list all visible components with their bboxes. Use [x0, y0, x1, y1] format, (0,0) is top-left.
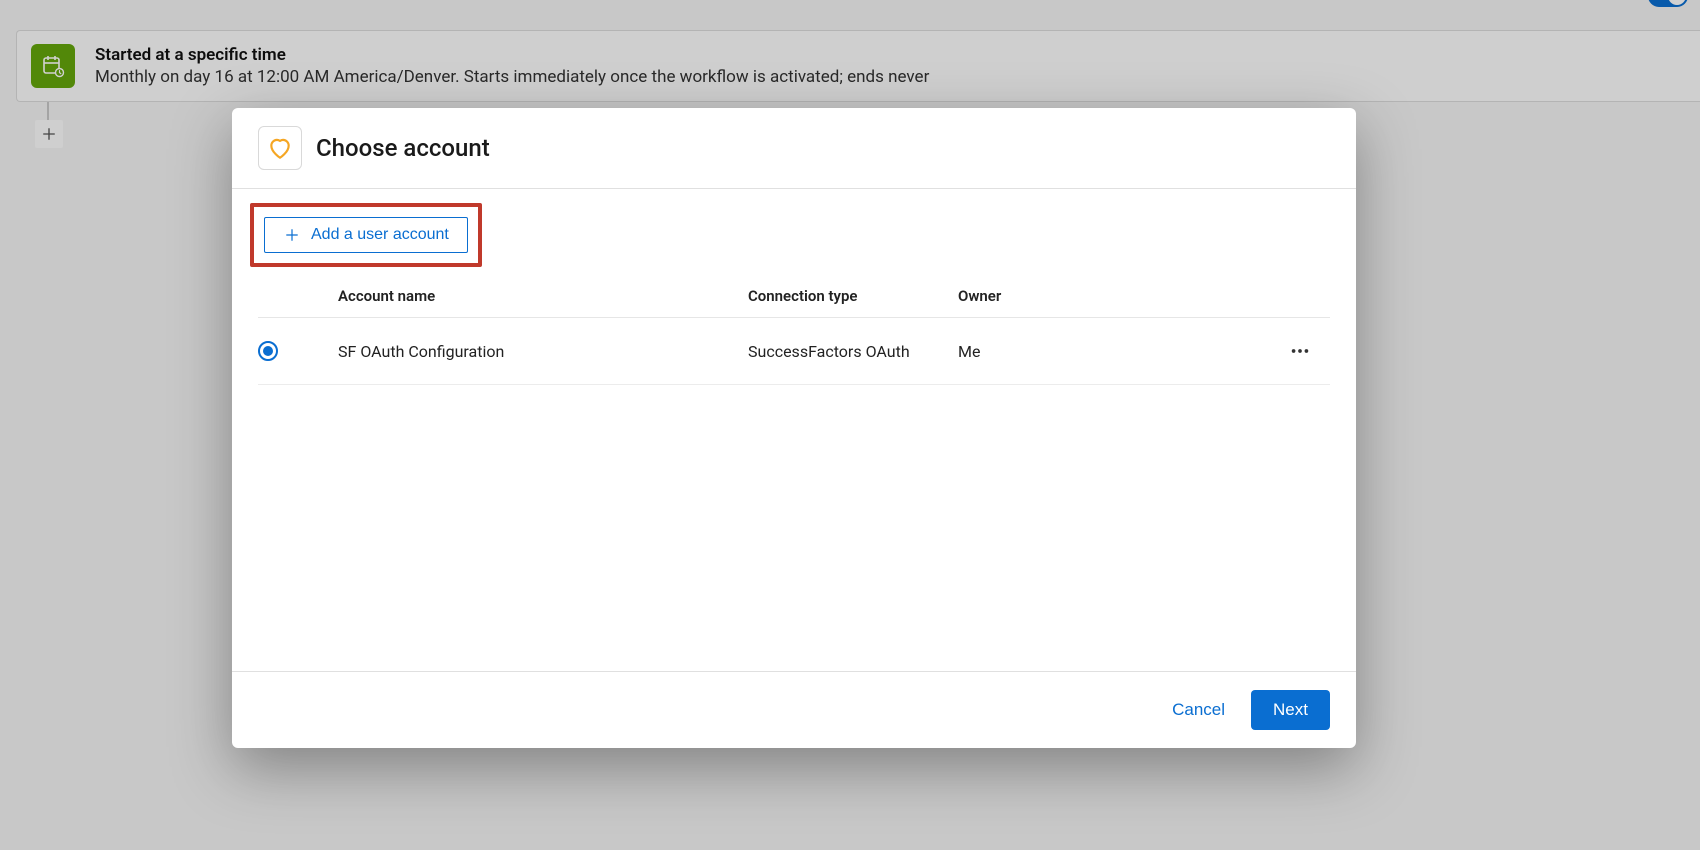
row-radio-button[interactable]	[258, 341, 278, 361]
row-radio-cell	[258, 341, 338, 361]
more-horizontal-icon	[1289, 340, 1311, 362]
heart-icon	[258, 126, 302, 170]
next-button[interactable]: Next	[1251, 690, 1330, 730]
row-owner: Me	[958, 342, 1270, 361]
accounts-table: Account name Connection type Owner SF OA…	[258, 287, 1330, 385]
table-header: Account name Connection type Owner	[258, 287, 1330, 318]
annotation-highlight: Add a user account	[250, 203, 482, 267]
modal-body: Add a user account Account name Connecti…	[232, 189, 1356, 671]
column-actions	[1270, 287, 1330, 305]
row-connection-type: SuccessFactors OAuth	[748, 342, 958, 361]
column-owner: Owner	[958, 287, 1270, 305]
column-connection-type: Connection type	[748, 287, 958, 305]
modal-title: Choose account	[316, 134, 490, 162]
choose-account-modal: Choose account Add a user account Accoun…	[232, 108, 1356, 748]
add-user-account-label: Add a user account	[311, 226, 449, 244]
modal-header: Choose account	[232, 108, 1356, 189]
row-more-actions-button[interactable]	[1270, 340, 1330, 362]
column-account-name: Account name	[338, 287, 748, 305]
plus-icon	[283, 226, 301, 244]
cancel-button[interactable]: Cancel	[1172, 700, 1225, 720]
row-account-name: SF OAuth Configuration	[338, 342, 748, 361]
modal-footer: Cancel Next	[232, 671, 1356, 748]
column-select	[258, 287, 338, 305]
add-user-account-button[interactable]: Add a user account	[264, 217, 468, 253]
table-row[interactable]: SF OAuth Configuration SuccessFactors OA…	[258, 318, 1330, 385]
